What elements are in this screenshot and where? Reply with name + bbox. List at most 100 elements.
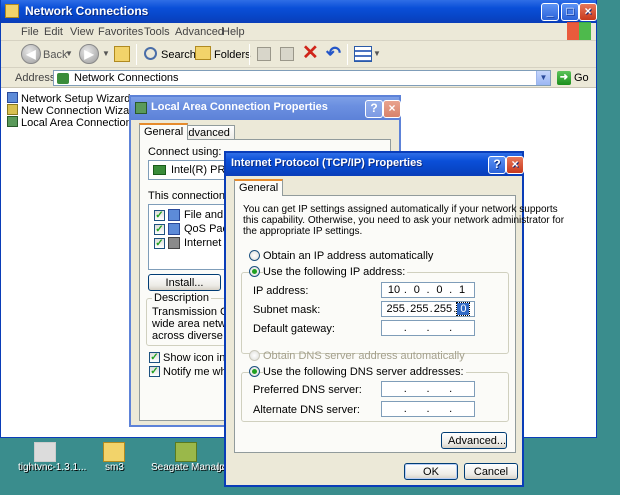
cancel-button[interactable]: Cancel xyxy=(464,463,518,480)
menu-advanced[interactable]: Advanced xyxy=(175,26,224,38)
copy-to-icon[interactable] xyxy=(280,47,294,61)
lac-title: Local Area Connection Properties xyxy=(151,101,328,113)
use-following-dns-radio[interactable] xyxy=(249,366,260,377)
network-connections-icon xyxy=(57,73,69,84)
go-arrow-icon[interactable]: ➜ xyxy=(557,71,571,85)
delete-icon[interactable]: ✕ xyxy=(302,43,319,63)
maximize-button[interactable]: □ xyxy=(561,3,579,21)
undo-icon[interactable]: ↶ xyxy=(326,43,341,63)
intro-text: this capability. Otherwise, you need to … xyxy=(243,215,565,226)
notify-checkbox[interactable]: ✓ xyxy=(149,366,160,377)
windows-logo-icon xyxy=(567,22,591,40)
help-button[interactable]: ? xyxy=(488,156,506,174)
explorer-title: Network Connections xyxy=(25,4,149,18)
go-button[interactable]: Go xyxy=(574,72,589,84)
alternate-dns-field[interactable]: ... xyxy=(381,401,475,417)
close-button[interactable]: × xyxy=(506,156,524,174)
close-button[interactable]: × xyxy=(579,3,597,21)
desktop-icon-label[interactable]: sm3 xyxy=(105,462,124,473)
use-following-ip-label[interactable]: Use the following IP address: xyxy=(263,266,408,278)
subnet-mask-field[interactable]: 255. 255. 255. 0 xyxy=(381,301,475,317)
lac-title-bar[interactable]: Local Area Connection Properties ? × xyxy=(131,97,401,120)
address-value: Network Connections xyxy=(74,72,179,84)
search-button[interactable]: Search xyxy=(161,49,196,61)
obtain-dns-auto-radio[interactable] xyxy=(249,350,260,361)
tab-general[interactable]: General xyxy=(139,123,189,140)
minimize-button[interactable]: _ xyxy=(541,3,559,21)
address-dropdown-icon[interactable]: ▼ xyxy=(536,71,550,85)
address-bar: Address Network Connections ▼ ➜ Go xyxy=(1,68,596,88)
install-button[interactable]: Install... xyxy=(148,274,221,291)
obtain-dns-auto-label[interactable]: Obtain DNS server address automatically xyxy=(263,350,465,362)
component-checkbox[interactable]: ✓ xyxy=(154,238,165,249)
file-print-icon xyxy=(168,209,180,221)
close-icon: × xyxy=(511,157,519,171)
close-icon: × xyxy=(584,4,592,18)
back-dropdown-icon[interactable]: ▼ xyxy=(65,49,73,58)
views-dropdown-icon[interactable]: ▼ xyxy=(373,49,381,58)
ip-octet: 10 xyxy=(387,284,401,296)
explorer-title-bar[interactable]: Network Connections _ □ × xyxy=(1,0,597,23)
menu-help[interactable]: Help xyxy=(222,26,245,38)
obtain-ip-auto-radio[interactable] xyxy=(249,250,260,261)
subnet-octet: 255 xyxy=(433,303,453,315)
list-item[interactable]: Local Area Connection xyxy=(7,116,132,129)
forward-dropdown-icon[interactable]: ▼ xyxy=(102,49,110,58)
close-button[interactable]: × xyxy=(383,100,401,118)
folder-icon[interactable] xyxy=(103,442,125,462)
menu-bar: File Edit View Favorites Tools Advanced … xyxy=(1,22,596,41)
folders-icon[interactable] xyxy=(195,46,211,60)
menu-view[interactable]: View xyxy=(70,26,94,38)
obtain-ip-auto-label[interactable]: Obtain an IP address automatically xyxy=(263,250,433,262)
ip-octet: 0 xyxy=(413,284,420,296)
help-button[interactable]: ? xyxy=(365,100,383,118)
component-checkbox[interactable]: ✓ xyxy=(154,210,165,221)
forward-arrow-icon[interactable]: ▶ xyxy=(79,44,99,64)
minimize-icon: _ xyxy=(546,4,554,18)
back-button[interactable]: Back xyxy=(43,49,67,61)
seagate-manager-icon[interactable] xyxy=(175,442,197,462)
subnet-octet: 255 xyxy=(386,303,405,315)
ip-address-label: IP address: xyxy=(253,285,309,297)
use-following-ip-radio[interactable] xyxy=(249,266,260,277)
tcpip-title: Internet Protocol (TCP/IP) Properties xyxy=(231,157,423,169)
local-area-connection-icon xyxy=(7,116,18,127)
move-to-icon[interactable] xyxy=(257,47,271,61)
subnet-octet-selected: 0 xyxy=(456,302,471,316)
network-setup-wizard-icon xyxy=(7,92,18,103)
tab-general[interactable]: General xyxy=(234,179,284,196)
connect-using-label: Connect using: xyxy=(148,146,222,158)
maximize-icon: □ xyxy=(566,4,574,18)
search-icon[interactable] xyxy=(144,47,157,60)
toolbar: ◀ Back ▼ ▶ ▼ Search Folders ✕ ↶ ▼ xyxy=(1,41,596,68)
views-icon[interactable] xyxy=(354,46,372,62)
list-item[interactable]: Network Setup Wizard xyxy=(7,92,130,105)
ip-address-field[interactable]: 10. 0. 0. 1 xyxy=(381,282,475,298)
help-icon: ? xyxy=(370,101,378,115)
use-following-dns-label[interactable]: Use the following DNS server addresses: xyxy=(263,366,466,378)
component-checkbox[interactable]: ✓ xyxy=(154,224,165,235)
menu-tools[interactable]: Tools xyxy=(144,26,170,38)
desktop-icon-label[interactable]: tightvnc-1.3.1... xyxy=(18,462,86,473)
menu-file[interactable]: File xyxy=(21,26,39,38)
menu-edit[interactable]: Edit xyxy=(44,26,63,38)
up-folder-icon[interactable] xyxy=(114,46,130,62)
ok-button[interactable]: OK xyxy=(404,463,458,480)
list-item-label: Local Area Connection xyxy=(21,117,132,129)
list-item[interactable]: New Connection Wizard xyxy=(7,104,139,117)
tcpip-title-bar[interactable]: Internet Protocol (TCP/IP) Properties ? … xyxy=(226,153,524,176)
folders-button[interactable]: Folders xyxy=(214,49,251,61)
preferred-dns-field[interactable]: ... xyxy=(381,381,475,397)
address-input[interactable]: Network Connections ▼ xyxy=(53,70,551,86)
intro-text: You can get IP settings assigned automat… xyxy=(243,204,558,215)
back-arrow-icon[interactable]: ◀ xyxy=(21,44,41,64)
show-icon-checkbox[interactable]: ✓ xyxy=(149,352,160,363)
default-gateway-field[interactable]: ... xyxy=(381,320,475,336)
tightvnc-icon[interactable] xyxy=(34,442,56,462)
qos-icon xyxy=(168,223,180,235)
network-connection-icon xyxy=(135,102,147,114)
tcpip-general-panel: You can get IP settings assigned automat… xyxy=(234,195,564,453)
new-connection-wizard-icon xyxy=(7,104,18,115)
advanced-button[interactable]: Advanced... xyxy=(441,432,507,449)
menu-favorites[interactable]: Favorites xyxy=(98,26,143,38)
